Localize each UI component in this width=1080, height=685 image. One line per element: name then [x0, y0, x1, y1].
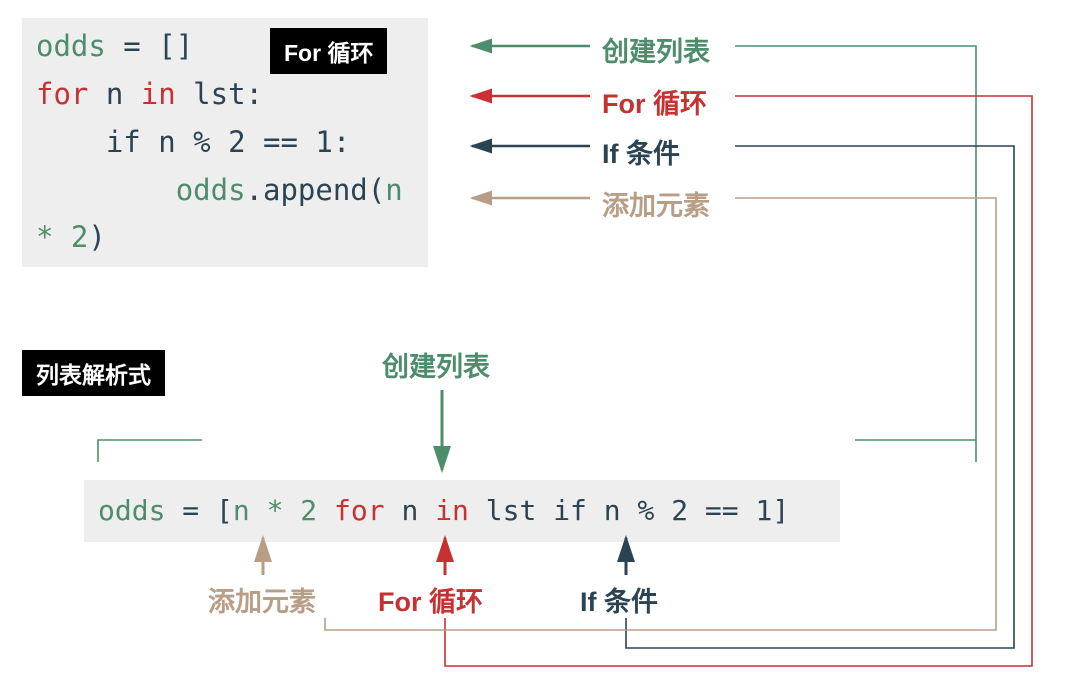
- token-for-b: for: [334, 494, 385, 527]
- code-block-list-comp: odds = [n * 2 for n in lst if n % 2 == 1…: [84, 480, 840, 542]
- annotation-for-loop-bottom: For 循环: [378, 580, 483, 619]
- annotation-append-bottom: 添加元素: [208, 580, 316, 619]
- sp2: [536, 494, 553, 527]
- annotation-if-cond-bottom: If 条件: [580, 580, 658, 619]
- token-odds-b: odds: [98, 494, 165, 527]
- token-n: n: [88, 77, 140, 111]
- token-n-b: n: [385, 494, 436, 527]
- annotation-if-cond-top: If 条件: [602, 132, 680, 171]
- token-append: .append(: [246, 173, 386, 207]
- badge-list-comp: 列表解析式: [22, 350, 165, 396]
- annotation-create-list-top: 创建列表: [602, 30, 710, 69]
- badge-for-loop: For 循环: [270, 28, 387, 74]
- token-cond: n % 2 == 1:: [141, 125, 351, 159]
- token-if: if: [106, 125, 141, 159]
- token-if-b: if: [553, 494, 587, 527]
- token-odds2: odds: [176, 173, 246, 207]
- token-colon: :: [246, 77, 263, 111]
- token-eq-b: =: [165, 494, 216, 527]
- token-lbracket: [: [216, 494, 233, 527]
- indent: [36, 125, 106, 159]
- token-rbracket: ]: [772, 494, 789, 527]
- token-eq: =: [106, 29, 158, 63]
- token-cond-b: n % 2 == 1: [587, 494, 772, 527]
- annotation-for-loop-top: For 循环: [602, 82, 707, 121]
- token-lst: lst: [176, 77, 246, 111]
- token-brackets: []: [158, 29, 193, 63]
- sp: [317, 494, 334, 527]
- connector-red: [445, 96, 1032, 666]
- code-line-4: odds.append(n * 2): [36, 167, 414, 263]
- code-line-3: if n % 2 == 1:: [36, 119, 414, 167]
- token-for: for: [36, 77, 88, 111]
- token-in-b: in: [435, 494, 469, 527]
- token-in: in: [141, 77, 176, 111]
- token-expr-b: n * 2: [233, 494, 317, 527]
- code-line-2: for n in lst:: [36, 71, 414, 119]
- token-lst-b: lst: [469, 494, 536, 527]
- annotation-append-top: 添加元素: [602, 184, 710, 223]
- token-odds: odds: [36, 29, 106, 63]
- annotation-create-list-bottom: 创建列表: [382, 345, 490, 384]
- token-close: ): [88, 220, 105, 254]
- indent: [36, 173, 176, 207]
